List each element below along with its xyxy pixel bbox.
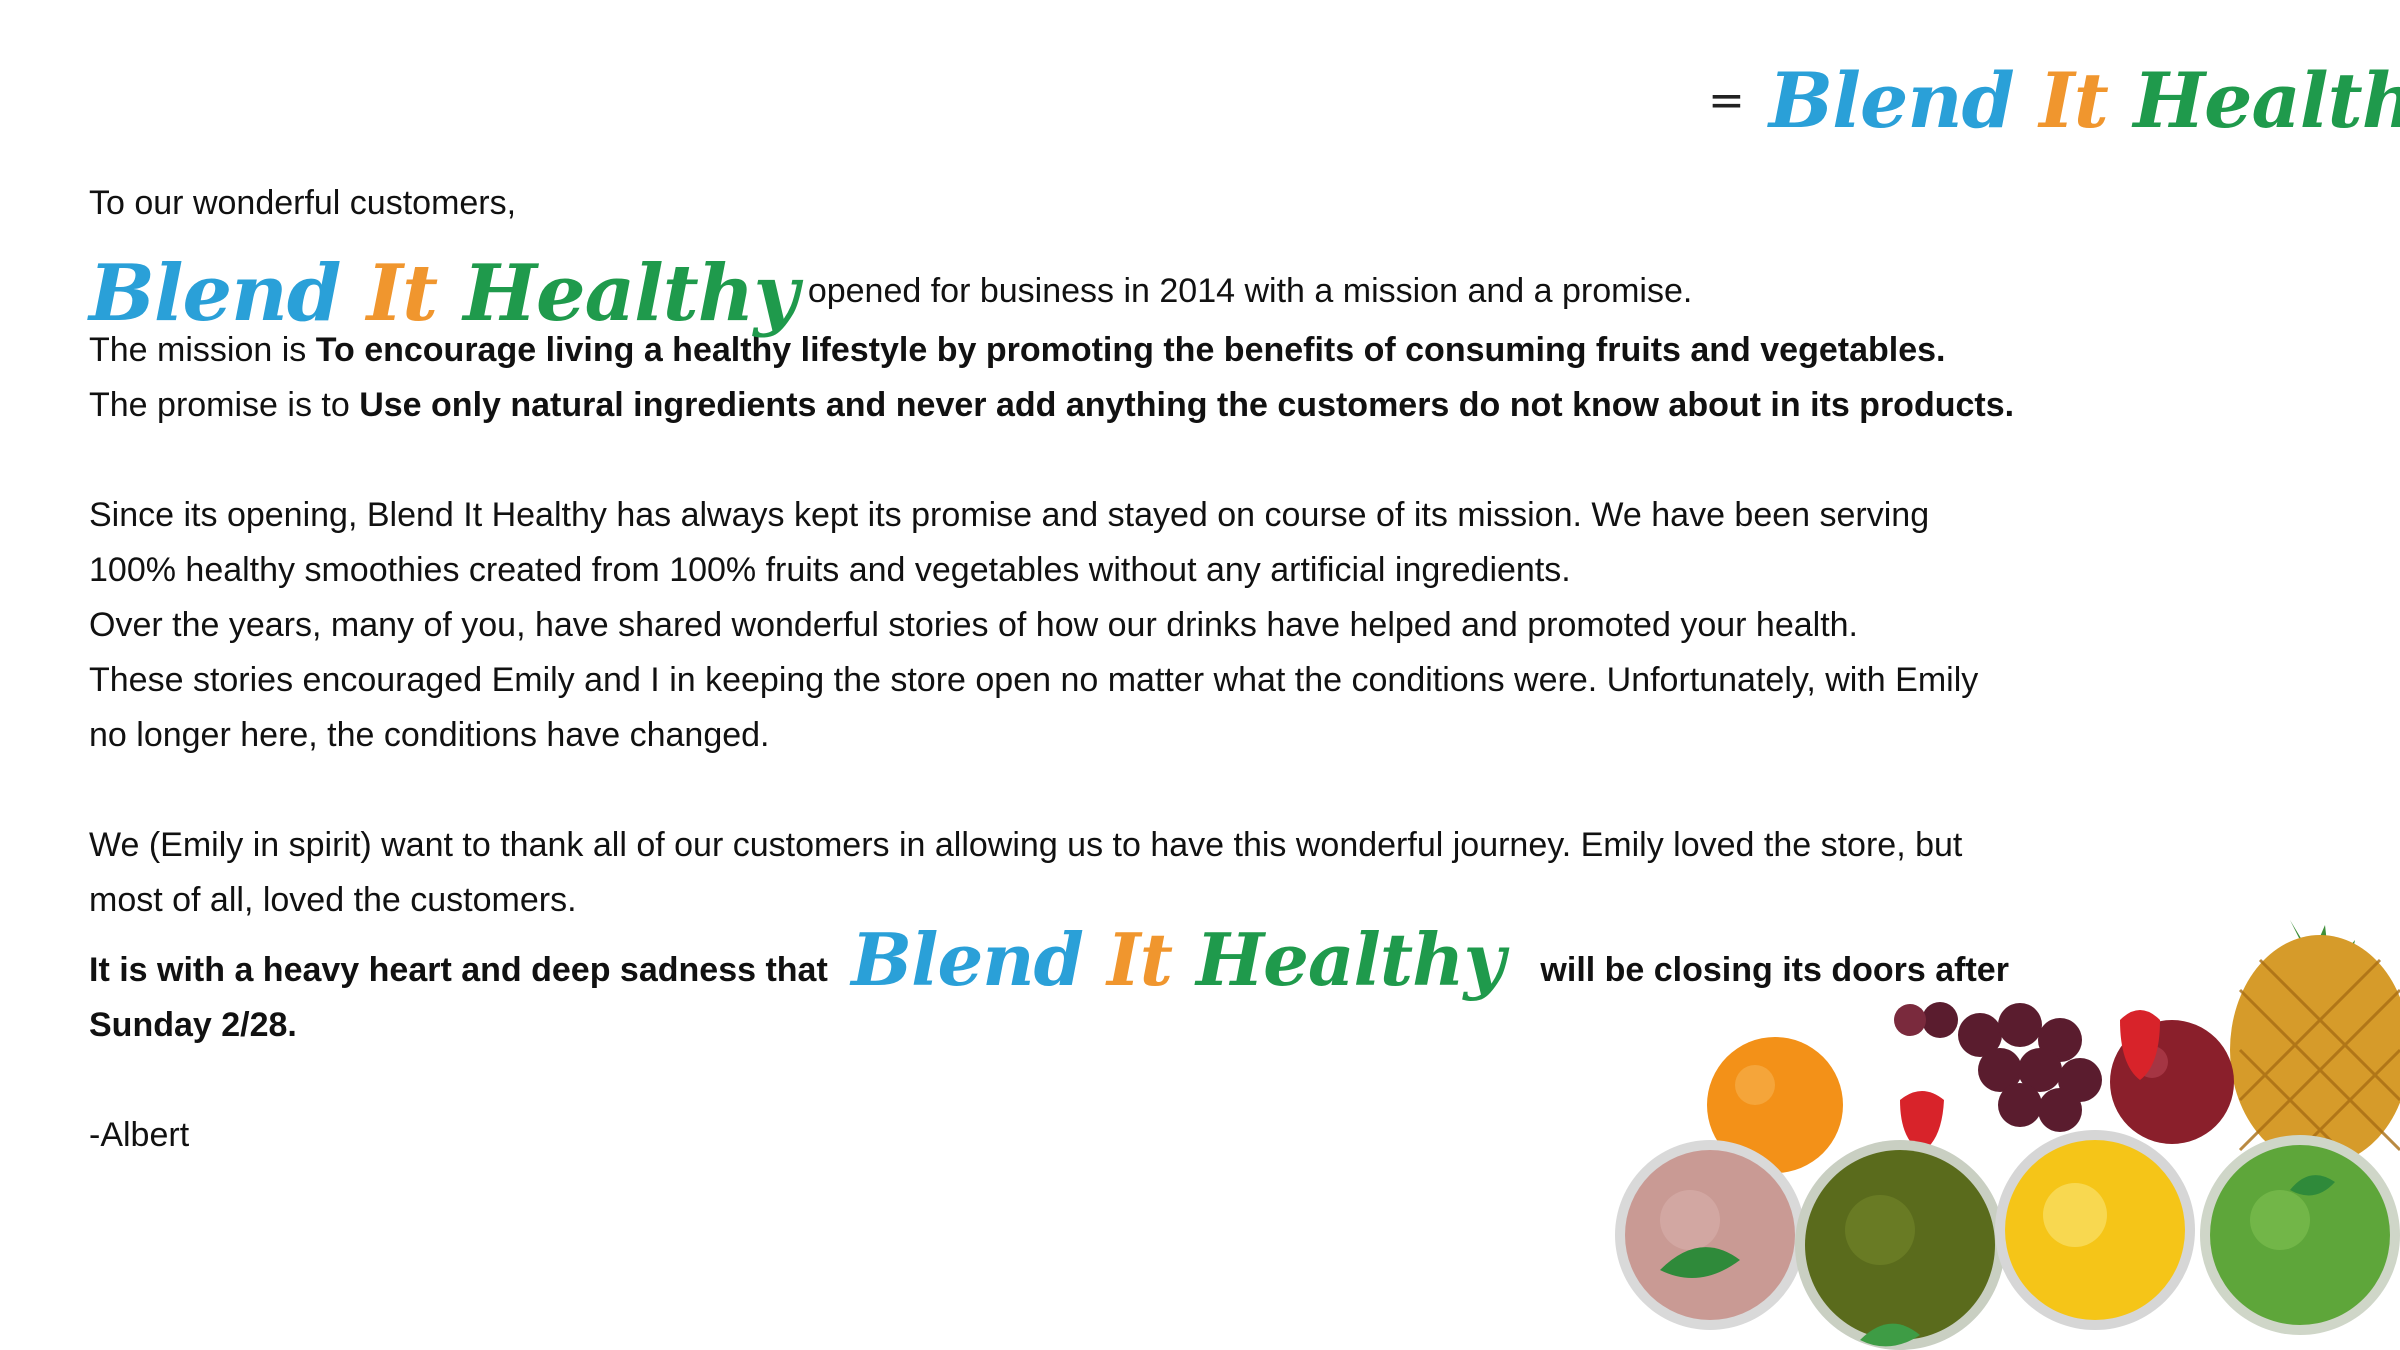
paragraph-line: We (Emily in spirit) want to thank all o… (89, 826, 1963, 864)
closing-start: It is with a heavy heart and deep sadnes… (89, 951, 828, 989)
equals-sign: = (1708, 74, 1745, 126)
brand-word-blend: Blend (851, 917, 1084, 1002)
greeting: To our wonderful customers, (89, 184, 517, 222)
promise-intro: The promise is to (89, 386, 360, 424)
brand-word-blend: Blend (89, 248, 341, 339)
strawberry-smoothie-cup (1615, 1140, 1805, 1330)
fruit-smoothie-illustration (1615, 920, 2400, 1350)
brand-word-it: It (1107, 917, 1173, 1002)
opening-text: opened for business in 2014 with a missi… (807, 272, 1693, 310)
paragraph-line: Since its opening, Blend It Healthy has … (89, 496, 1930, 534)
kiwi-smoothie-cup (2200, 1135, 2400, 1335)
paragraph-line: Over the years, many of you, have shared… (89, 606, 1858, 644)
brand-word-it: It (366, 248, 439, 339)
brand-word-it: It (2039, 55, 2109, 145)
promise-statement: Use only natural ingredients and never a… (359, 386, 2015, 424)
promise-line: The promise is to Use only natural ingre… (89, 378, 2119, 433)
brand-word-blend: Blend (1768, 55, 2015, 145)
pineapple-icon (2230, 920, 2400, 1172)
green-smoothie-cup (1795, 1140, 2005, 1350)
brand-word-healthy: Healthy (2133, 55, 2400, 145)
logo-brand-name: Blend It Healthy (1769, 56, 2400, 145)
paragraph-line: no longer here, the conditions have chan… (89, 716, 770, 754)
inline-brand-name: Blend It Healthy (851, 917, 1528, 1002)
brand-logo: = Blend It Healthy (1700, 40, 2400, 160)
paragraph-line: These stories encouraged Emily and I in … (89, 661, 1979, 699)
inline-brand-name: Blend It Healthy (89, 255, 799, 333)
paragraph-line: 100% healthy smoothies created from 100%… (89, 551, 1571, 589)
opening-line: Blend It Healthy opened for business in … (89, 231, 2119, 333)
brand-word-healthy: Healthy (463, 248, 799, 339)
brand-word-healthy: Healthy (1196, 917, 1505, 1002)
mango-smoothie-cup (1995, 1130, 2195, 1330)
